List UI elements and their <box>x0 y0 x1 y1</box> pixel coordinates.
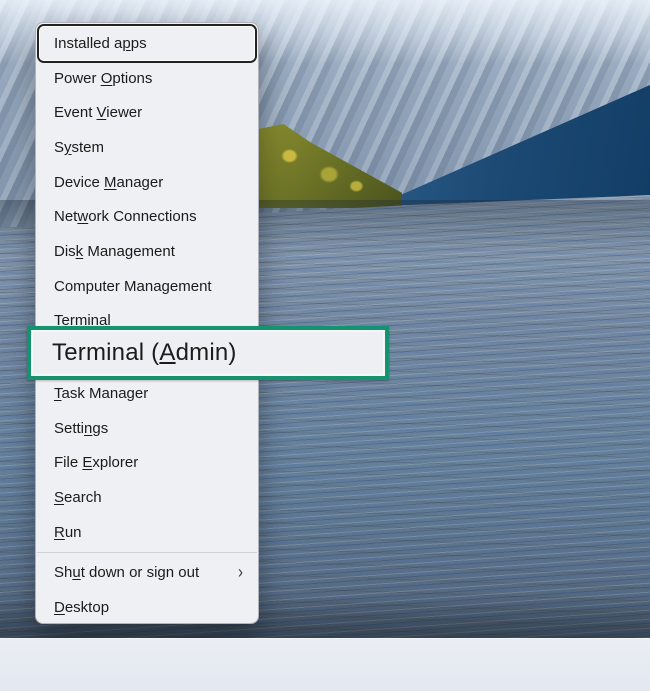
menu-item-shut-down-or-sign-out[interactable]: Shut down or sign out › <box>39 556 255 591</box>
menu-item-search[interactable]: Search <box>39 480 255 515</box>
menu-item-event-viewer[interactable]: Event Viewer <box>39 95 255 130</box>
menu-item-label: Search <box>54 489 102 506</box>
menu-separator <box>36 550 258 556</box>
winx-menu: Installed apps Power Options Event Viewer S… <box>35 22 259 624</box>
menu-item-label: Installed apps <box>54 35 147 52</box>
menu-item-device-manager[interactable]: Device Manager <box>39 165 255 200</box>
terminal-admin-callout[interactable]: Terminal (Admin) <box>27 326 389 380</box>
menu-item-system[interactable]: System <box>39 130 255 165</box>
menu-item-task-manager[interactable]: Task Manager <box>39 376 255 411</box>
menu-item-label: Run <box>54 524 82 541</box>
menu-item-label: Network Connections <box>54 208 197 225</box>
menu-item-label: Task Manager <box>54 385 148 402</box>
menu-item-desktop[interactable]: Desktop <box>39 590 255 625</box>
menu-item-label: Settings <box>54 420 108 437</box>
menu-item-disk-management[interactable]: Disk Management <box>39 234 255 269</box>
menu-item-label: Event Viewer <box>54 104 142 121</box>
menu-item-label: Disk Management <box>54 243 175 260</box>
menu-item-network-connections[interactable]: Network Connections <box>39 199 255 234</box>
menu-item-label: File Explorer <box>54 454 138 471</box>
terminal-admin-label: Terminal (Admin) <box>31 339 237 367</box>
menu-item-run[interactable]: Run <box>39 515 255 550</box>
menu-item-label: Desktop <box>54 599 109 616</box>
menu-item-computer-management[interactable]: Computer Management <box>39 269 255 304</box>
menu-item-label: Computer Management <box>54 278 212 295</box>
menu-item-settings[interactable]: Settings <box>39 411 255 446</box>
menu-item-label: System <box>54 139 104 156</box>
taskbar: Search <box>0 638 650 691</box>
submenu-chevron-icon: › <box>238 562 243 583</box>
menu-item-installed-apps[interactable]: Installed apps <box>39 26 255 61</box>
menu-item-power-options[interactable]: Power Options <box>39 61 255 96</box>
menu-item-label: Power Options <box>54 70 152 87</box>
desktop-background: Installed apps Power Options Event Viewer S… <box>0 0 650 691</box>
menu-item-label: Device Manager <box>54 174 163 191</box>
menu-item-file-explorer[interactable]: File Explorer <box>39 446 255 481</box>
menu-item-label: Shut down or sign out <box>54 564 199 581</box>
start-button[interactable] <box>131 651 161 681</box>
